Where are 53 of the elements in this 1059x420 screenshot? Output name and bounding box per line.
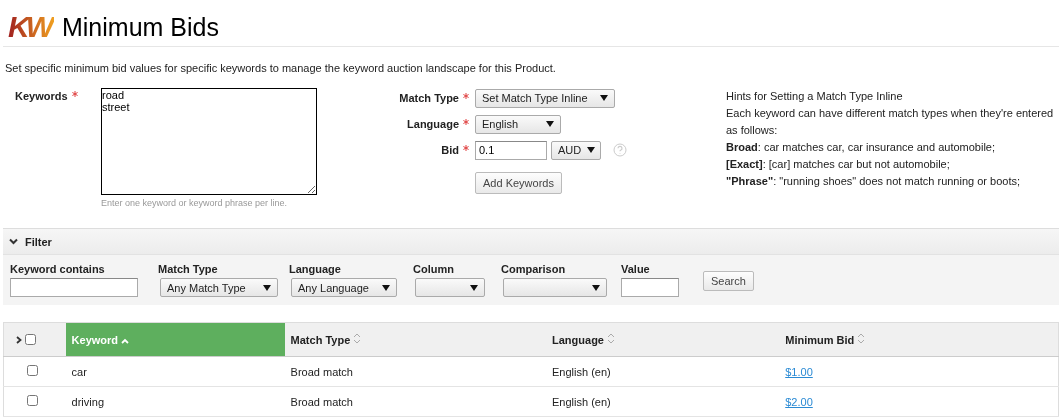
filter-label: Language bbox=[289, 263, 342, 275]
filter-label: Keyword contains bbox=[10, 263, 106, 275]
column-header[interactable]: Match Type bbox=[284, 322, 546, 357]
bid-input[interactable]: 0.1 bbox=[475, 140, 547, 160]
row-checkbox[interactable] bbox=[27, 395, 38, 406]
table-cell: English (en) bbox=[552, 365, 611, 378]
filter-input[interactable] bbox=[621, 278, 679, 297]
match-type-select[interactable]: Set Match Type Inline bbox=[475, 88, 615, 108]
filter-label: Column bbox=[413, 263, 455, 275]
hints-title: Hints for Setting a Match Type Inline bbox=[726, 89, 904, 104]
description: Set specific minimum bid values for specific keywords to manage the keyword auction landscape for this Product. bbox=[5, 62, 557, 74]
filter-select[interactable] bbox=[415, 278, 485, 297]
filter-label: Comparison bbox=[501, 263, 567, 275]
search-button[interactable]: Search bbox=[703, 271, 754, 291]
dropdown-arrow-icon bbox=[382, 284, 390, 291]
dropdown-arrow-icon bbox=[263, 284, 271, 291]
bid-link[interactable]: $1.00 bbox=[785, 365, 813, 378]
column-header[interactable]: Minimum Bid bbox=[779, 322, 1059, 357]
filter-label: Value bbox=[621, 263, 651, 275]
add-keywords-button[interactable]: Add Keywords bbox=[475, 172, 562, 194]
dropdown-arrow-icon bbox=[470, 284, 478, 291]
dropdown-arrow-icon bbox=[546, 121, 554, 127]
table-cell: Broad match bbox=[290, 365, 353, 378]
currency-select[interactable]: AUD bbox=[551, 140, 601, 160]
table-cell: driving bbox=[71, 395, 104, 408]
bid-label: Bid bbox=[441, 144, 459, 156]
language-label: Language bbox=[407, 118, 459, 130]
keywords-textarea[interactable]: road street bbox=[101, 88, 317, 195]
table-cell: English (en) bbox=[552, 395, 611, 408]
language-select[interactable]: English bbox=[475, 114, 561, 134]
hint-line: [Exact]: [car] matches car but not automobile; bbox=[726, 157, 951, 172]
filter-label: Match Type bbox=[158, 263, 219, 275]
dropdown-arrow-icon bbox=[600, 95, 608, 101]
dropdown-arrow-icon bbox=[592, 284, 600, 291]
keywords-hint: Enter one keyword or keyword phrase per line. bbox=[101, 198, 289, 208]
hint-line: Broad: car matches car, car insurance and automobile; bbox=[726, 140, 996, 155]
expand-icon[interactable] bbox=[16, 335, 22, 344]
table-cell: Broad match bbox=[290, 395, 353, 408]
page-title: Minimum Bids bbox=[62, 12, 219, 42]
column-header[interactable]: Language bbox=[546, 322, 780, 357]
hint-line: "Phrase": "running shoes" does not match running or boots; bbox=[726, 174, 1022, 189]
keywords-label: Keywords bbox=[15, 90, 68, 102]
hints-intro: Each keyword can have different match types when they're entered as follows: bbox=[726, 106, 1055, 138]
filter-input[interactable] bbox=[10, 278, 138, 297]
filter-select[interactable]: Any Match Type bbox=[160, 278, 278, 297]
table-cell: car bbox=[71, 365, 87, 378]
bid-link[interactable]: $2.00 bbox=[785, 395, 813, 408]
dropdown-arrow-icon bbox=[587, 147, 596, 153]
select-all-checkbox[interactable] bbox=[25, 334, 36, 345]
filter-select[interactable] bbox=[503, 278, 607, 297]
filter-select[interactable]: Any Language bbox=[291, 278, 397, 297]
row-checkbox[interactable] bbox=[27, 365, 38, 376]
match-type-label: Match Type bbox=[399, 92, 459, 104]
